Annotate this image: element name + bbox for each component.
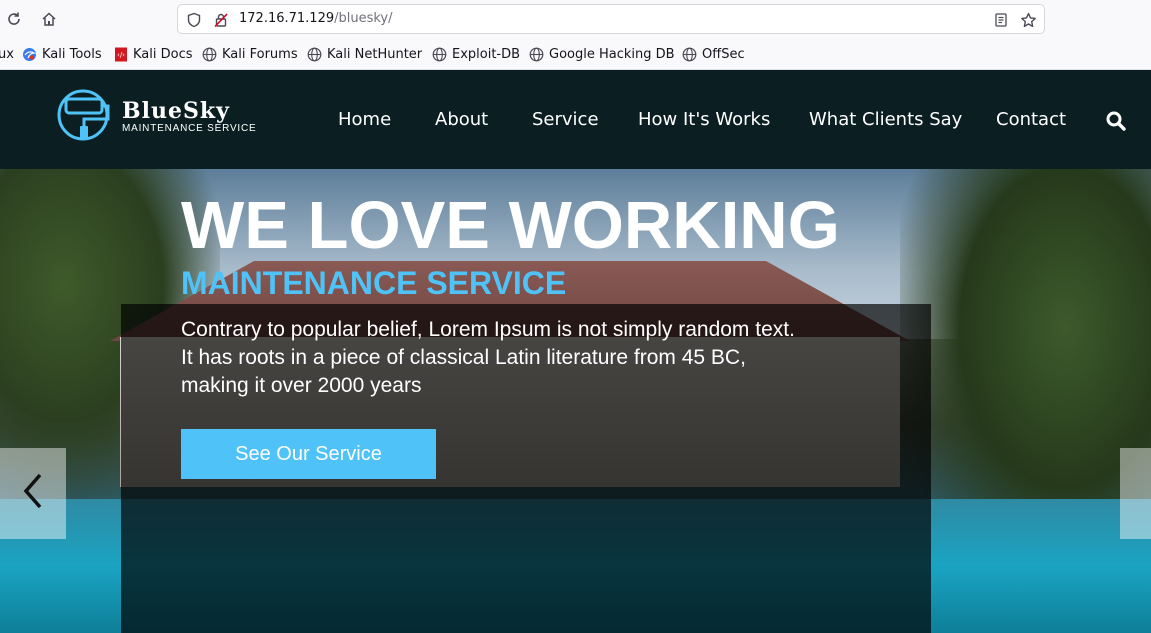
hero-title: WE LOVE WORKING [181, 188, 840, 263]
kali-tools-icon [22, 47, 37, 62]
nav-how-it-works[interactable]: How It's Works [638, 108, 770, 132]
globe-icon [432, 47, 447, 62]
nav-service[interactable]: Service [532, 108, 599, 132]
globe-icon [529, 47, 544, 62]
nav-contact[interactable]: Contact [996, 108, 1066, 132]
bookmark-label: Google Hacking DB [549, 46, 675, 62]
insecure-lock-icon[interactable] [212, 11, 230, 29]
bookmark-label: Kali Docs [133, 46, 193, 62]
hero-text-line: It has roots in a piece of classical Lat… [181, 346, 746, 369]
logo-name: BlueSky [122, 98, 230, 124]
slider-next-button[interactable] [1120, 448, 1151, 539]
bookmark-label: Exploit-DB [452, 46, 521, 62]
shield-icon[interactable] [185, 11, 203, 29]
paint-roller-icon [52, 89, 114, 146]
reader-view-icon[interactable] [992, 11, 1010, 29]
site-logo[interactable]: BlueSky Maintenance Service [52, 89, 256, 146]
bookmark-label: ux [0, 46, 14, 62]
bookmark-item-kali-docs[interactable]: ‹/› Kali Docs [113, 45, 193, 63]
see-our-service-button[interactable]: See Our Service [181, 429, 436, 479]
bookmark-item-kali-forums[interactable]: Kali Forums [202, 45, 298, 63]
nav-about[interactable]: About [435, 108, 488, 132]
logo-tagline: Maintenance Service [122, 123, 257, 134]
bookmark-item-exploit-db[interactable]: Exploit-DB [432, 45, 520, 63]
search-icon[interactable] [1105, 110, 1127, 132]
globe-icon [682, 47, 697, 62]
url-bar[interactable]: 172.16.71.129/bluesky/ [177, 4, 1045, 34]
bookmark-item-truncated[interactable]: ux [0, 45, 14, 63]
bookmark-label: Kali Forums [222, 46, 298, 62]
bookmark-star-icon[interactable] [1019, 11, 1037, 29]
bookmark-item-kali-nethunter[interactable]: Kali NetHunter [307, 45, 422, 63]
bookmark-item-kali-tools[interactable]: Kali Tools [22, 45, 102, 63]
url-host: 172.16.71.129 [239, 11, 335, 26]
nav-home[interactable]: Home [338, 108, 391, 132]
hero-subtitle: MAINTENANCE SERVICE [181, 265, 567, 301]
chevron-left-icon [20, 471, 46, 516]
browser-toolbar: 172.16.71.129/bluesky/ [0, 0, 1151, 38]
hero-text-line: making it over 2000 years [181, 374, 422, 397]
reload-icon[interactable] [1, 6, 27, 32]
slider-prev-button[interactable] [0, 448, 66, 539]
bookmark-label: Kali Tools [42, 46, 102, 62]
bookmark-label: Kali NetHunter [327, 46, 423, 62]
bookmark-item-offsec[interactable]: OffSec [682, 45, 745, 63]
logo-text: BlueSky Maintenance Service [122, 99, 256, 135]
kali-docs-icon: ‹/› [113, 47, 128, 62]
url-text[interactable]: 172.16.71.129/bluesky/ [239, 11, 393, 26]
globe-icon [202, 47, 217, 62]
site-header: BlueSky Maintenance Service Home About S… [0, 70, 1151, 169]
globe-icon [307, 47, 322, 62]
home-icon[interactable] [36, 6, 62, 32]
svg-text:‹/›: ‹/› [117, 51, 125, 59]
bookmark-label: OffSec [702, 46, 745, 62]
bookmarks-bar: ux Kali Tools ‹/› Kali Docs Kali Forums … [0, 38, 1151, 70]
bookmark-item-google-hacking-db[interactable]: Google Hacking DB [529, 45, 675, 63]
nav-what-clients-say[interactable]: What Clients Say [809, 108, 962, 132]
hero-description: Contrary to popular belief, Lorem Ipsum … [181, 316, 841, 400]
url-path: /bluesky/ [334, 11, 393, 26]
hero-text-line: Contrary to popular belief, Lorem Ipsum … [181, 318, 795, 341]
